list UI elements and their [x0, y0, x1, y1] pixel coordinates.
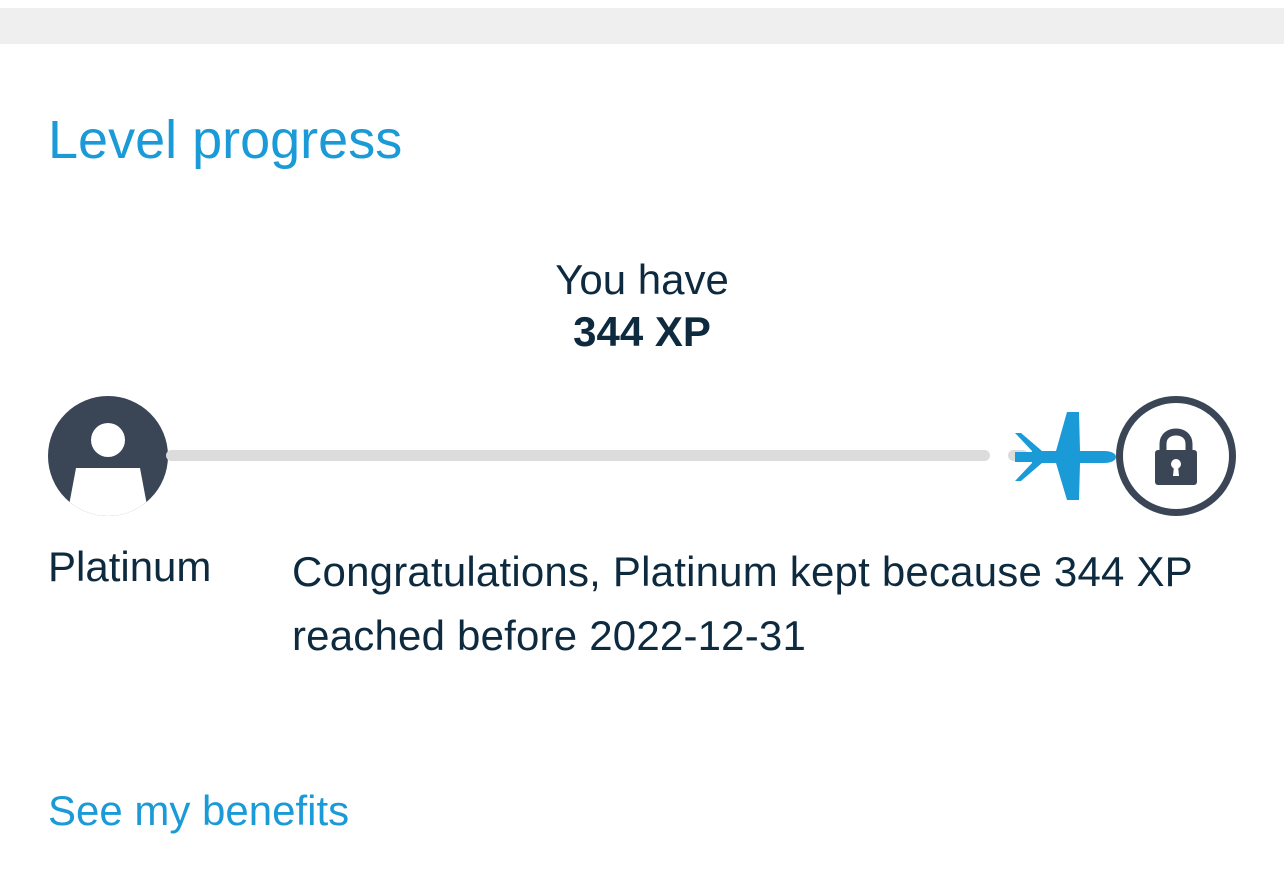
section-title: Level progress [48, 110, 403, 170]
top-divider-strip [0, 8, 1284, 44]
progress-track [166, 450, 990, 461]
lock-icon [1116, 396, 1236, 516]
xp-intro-label: You have [555, 256, 729, 303]
see-benefits-link[interactable]: See my benefits [48, 784, 349, 838]
xp-value: 344 XP [573, 308, 711, 355]
avatar-icon [48, 396, 168, 516]
current-level-label: Platinum [48, 543, 212, 590]
xp-summary: You have 344 XP [0, 254, 1284, 358]
level-status-message: Congratulations, Platinum kept because 3… [292, 548, 1193, 659]
airplane-icon [1012, 412, 1116, 502]
